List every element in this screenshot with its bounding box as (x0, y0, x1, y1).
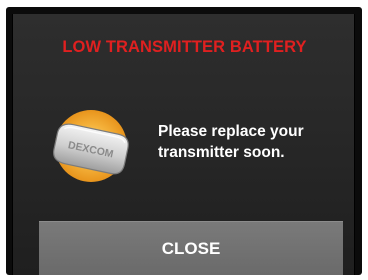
alert-message: Please replace your transmitter soon. (158, 121, 348, 163)
alert-message-line: transmitter soon. (158, 144, 285, 161)
alert-screen: LOW TRANSMITTER BATTERY DEXCOM Please re… (12, 14, 355, 275)
close-button[interactable]: CLOSE (39, 221, 343, 275)
alert-message-line: Please replace your (158, 123, 304, 140)
close-button-label: CLOSE (161, 238, 221, 258)
alert-title: LOW TRANSMITTER BATTERY (62, 38, 307, 56)
transmitter-icon: DEXCOM (53, 110, 129, 182)
